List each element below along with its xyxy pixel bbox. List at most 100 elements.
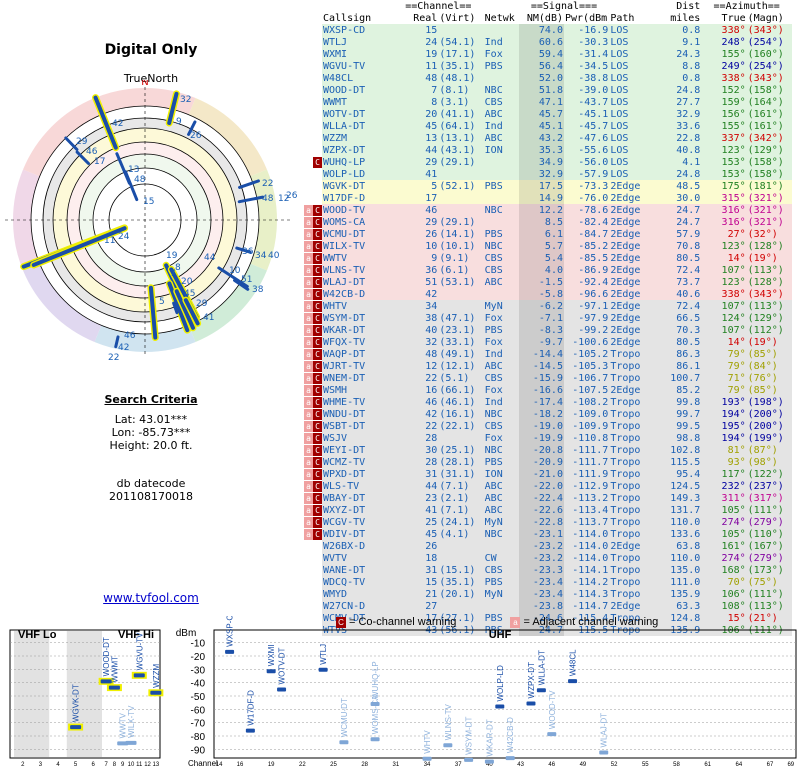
real-channel-cell: 40 [425, 324, 438, 336]
nm-cell: 52.0 [518, 72, 564, 84]
azimuth-true-cell: 79° [727, 348, 746, 360]
warning-flag-cell: aC [302, 384, 322, 396]
azimuth-true-cell: 316° [721, 204, 746, 216]
virtual-channel-cell: (49.1) [439, 348, 476, 360]
channel-tick-label: 11 [136, 762, 143, 768]
power-cell: -111.7 [572, 456, 609, 468]
real-channel-cell: 8 [431, 96, 438, 108]
virtual-channel-cell: (9.1) [439, 252, 470, 264]
table-row: a C WEYI-DT 30 (25.1) NBC -20.8 -111.7 Tropo 102.… [302, 444, 792, 456]
callsign-cell: WMYD [323, 588, 348, 600]
polar-channel-label: 48 [262, 194, 274, 204]
network-cell: NBC [484, 204, 503, 216]
real-channel-cell: 23 [425, 492, 438, 504]
network-cell: ABC [484, 108, 503, 120]
table-row: a C WXYZ-DT 41 (7.1) ABC -22.6 -113.4 Tropo 131.7… [302, 504, 792, 516]
nm-cell: -23.3 [518, 564, 564, 576]
station-bar [495, 704, 505, 709]
table-row: C WUHQ-LP 29 (29.1) 34.9 -56.0 LOS 4.1 153° (158°… [302, 156, 792, 168]
table-row: a C WILX-TV 10 (10.1) NBC 5.7 -85.2 2Edge 70.8 123… [302, 240, 792, 252]
north-marker: N [141, 80, 148, 88]
azimuth-magn-cell: (199°) [747, 432, 784, 444]
power-cell: -110.8 [572, 432, 609, 444]
azimuth-true-cell: 153° [721, 156, 746, 168]
azimuth-magn-cell: (129°) [747, 312, 784, 324]
azimuth-true-cell: 248° [721, 36, 746, 48]
channel-tick-label: 67 [767, 762, 774, 768]
warning-flag-cell: aC [302, 504, 322, 516]
azimuth-magn-cell: (158°) [747, 168, 784, 180]
polar-channel-label: 32 [180, 95, 191, 105]
network-cell: Ind [484, 120, 503, 132]
nm-cell: -16.6 [518, 384, 564, 396]
real-channel-cell: 31 [425, 564, 438, 576]
path-cell: Tropo [610, 348, 641, 360]
azimuth-magn-cell: (343°) [747, 24, 784, 36]
station-bar [70, 725, 82, 730]
dbm-tick-label: -60 [191, 705, 206, 716]
distance-cell: 85.2 [676, 384, 701, 396]
callsign-cell: WLLA-DT [323, 120, 366, 132]
real-channel-cell: 31 [425, 468, 438, 480]
channel-group-header: ==Channel== [405, 0, 472, 12]
path-cell: LOS [610, 60, 629, 72]
virtual-channel-cell [438, 540, 483, 552]
path-cell: Tropo [610, 420, 641, 432]
azimuth-true-cell: 194° [721, 408, 746, 420]
virtual-channel-cell [438, 552, 483, 564]
warning-flag-cell: aC [302, 396, 322, 408]
distance-cell: 30.0 [676, 192, 701, 204]
power-cell: -113.7 [572, 516, 609, 528]
azimuth-magn-cell: (200°) [747, 420, 784, 432]
azimuth-true-cell: 106° [721, 588, 746, 600]
path-cell: LOS [610, 84, 629, 96]
vhf-lo-label: VHF Lo [18, 629, 57, 641]
dbm-tick-label: -70 [191, 719, 206, 730]
adjacent-warning-flag: a [304, 444, 313, 456]
power-cell: -96.6 [578, 288, 609, 300]
channel-tick-label: 49 [580, 762, 587, 768]
channel-tick-label: 8 [113, 762, 117, 768]
real-channel-cell: 38 [425, 312, 438, 324]
callsign-cell: WCMZ-TV [323, 456, 366, 468]
nm-cell: -22.6 [518, 504, 564, 516]
polar-channel-label: 41 [203, 313, 214, 323]
channel-tick-label: 4 [56, 762, 60, 768]
power-cell: -111.9 [572, 468, 609, 480]
channel-tick-label: 10 [128, 762, 135, 768]
warning-flag-cell: aC [302, 492, 322, 504]
virtual-channel-cell: (7.1) [439, 480, 470, 492]
warning-flag-cell [302, 84, 322, 96]
warning-flag-cell: aC [302, 516, 322, 528]
network-cell: ABC [484, 360, 503, 372]
path-cell: 2Edge [610, 276, 641, 288]
station-bar [125, 740, 137, 745]
path-cell: Tropo [610, 492, 641, 504]
power-cell: -76.0 [578, 192, 609, 204]
network-cell: CBS [484, 420, 503, 432]
distance-cell: 66.5 [676, 312, 701, 324]
station-bar-label: WXSP-CD [226, 616, 235, 647]
power-cell: -105.2 [572, 348, 609, 360]
adjacent-warning-flag: a [304, 300, 313, 312]
co-channel-warning-flag: C [313, 516, 322, 528]
network-cell [484, 24, 519, 36]
nm-cell: -17.4 [518, 396, 564, 408]
network-cell: ABC [484, 276, 503, 288]
adjacent-warning-flag: a [304, 528, 313, 540]
warning-flag-cell: aC [302, 336, 322, 348]
nm-cell: 45.1 [518, 120, 564, 132]
network-cell [484, 600, 519, 612]
network-cell: MyN [484, 516, 503, 528]
network-cell: MyN [484, 588, 503, 600]
site-link[interactable]: www.tvfool.com [0, 591, 302, 605]
azimuth-magn-cell: (87°) [747, 444, 778, 456]
nm-cell: -22.0 [518, 480, 564, 492]
power-cell: -30.3 [578, 36, 609, 48]
azimuth-magn-cell: (279°) [747, 552, 784, 564]
adjacent-warning-flag: a [304, 492, 313, 504]
polar-channel-label: 38 [252, 285, 264, 295]
virtual-channel-cell: (12.1) [439, 360, 476, 372]
polar-channel-label: 20 [181, 277, 193, 287]
station-bar-label: WGVK-DT [72, 684, 81, 722]
